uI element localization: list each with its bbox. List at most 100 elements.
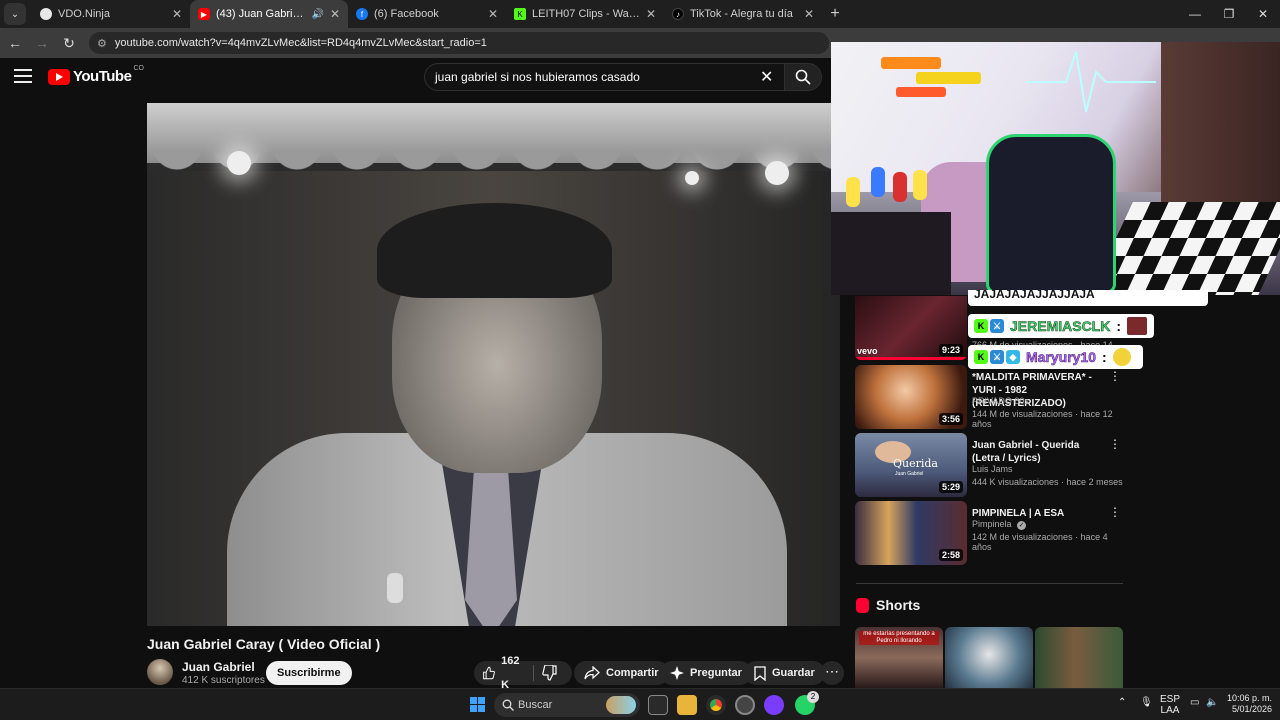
video-meta: 142 M de visualizaciones · hace 4 años	[972, 532, 1108, 552]
stage-light	[227, 151, 251, 175]
file-explorer-icon[interactable]	[677, 695, 697, 715]
tab-youtube[interactable]: ▶ (43) Juan Gabriel Caray ( Vi 🔊 ✕	[190, 0, 348, 28]
minimize-icon[interactable]: —	[1178, 0, 1212, 28]
close-tab-icon[interactable]: ✕	[646, 7, 656, 21]
chrome-icon[interactable]	[706, 695, 726, 715]
video-title: Juan Gabriel Caray ( Video Oficial )	[147, 636, 381, 652]
emote-icon	[1112, 348, 1131, 366]
menu-icon[interactable]	[14, 69, 32, 83]
recommendation-item[interactable]: 3:56 *MALDITA PRIMAVERA* - YURI - 1982 (…	[855, 365, 1125, 429]
gem-badge-icon: ◆	[1006, 350, 1020, 364]
close-tab-icon[interactable]: ✕	[172, 7, 182, 21]
logo-text: YouTube	[73, 68, 132, 85]
close-window-icon[interactable]: ✕	[1246, 0, 1280, 28]
emote-icon	[1127, 317, 1148, 335]
language-indicator[interactable]: ESP LAA	[1160, 694, 1180, 716]
share-button[interactable]: Compartir	[574, 661, 669, 685]
tab-title: TikTok - Alegra tu día	[690, 8, 793, 20]
task-view-icon[interactable]	[648, 695, 668, 715]
room-door	[1161, 42, 1280, 217]
close-tab-icon[interactable]: ✕	[330, 7, 340, 21]
site-info-icon[interactable]: ⚙	[97, 37, 107, 50]
search-highlight-icon	[606, 696, 636, 714]
recommendation-item[interactable]: 2:58 PIMPINELA | A ESA Pimpinela ✓ 142 M…	[855, 501, 1125, 565]
system-clock[interactable]: 10:06 p. m. 5/01/2026	[1222, 693, 1272, 715]
forward-arrow-icon[interactable]: →	[30, 35, 54, 51]
share-label: Compartir	[606, 667, 659, 679]
more-options-icon[interactable]: ⋮	[1109, 437, 1121, 451]
search-input[interactable]: juan gabriel si nos hubieramos casado	[424, 63, 786, 91]
ask-button[interactable]: Preguntar	[660, 661, 752, 685]
tab-search-button[interactable]: ⌄	[4, 3, 26, 25]
microphone-icon[interactable]: 🎙	[1140, 697, 1153, 708]
thumbs-up-icon	[483, 666, 495, 680]
video-thumbnail[interactable]: 3:56	[855, 365, 967, 429]
moderator-badge-icon: ⚔	[990, 319, 1004, 333]
volume-icon[interactable]: 🔈	[1206, 697, 1218, 708]
network-icon[interactable]: ▭	[1190, 697, 1199, 708]
reload-icon[interactable]: ↻	[57, 35, 81, 52]
video-thumbnail[interactable]: vevo 9:23	[855, 296, 967, 360]
window-controls: — ❐ ✕	[1178, 0, 1280, 28]
clear-search-icon[interactable]: ✕	[760, 67, 773, 87]
more-options-icon[interactable]: ⋮	[1109, 369, 1121, 383]
shorts-heading: Shorts	[856, 597, 920, 613]
taskbar-search[interactable]: Buscar	[494, 693, 640, 717]
more-actions-icon[interactable]: ⋯	[820, 661, 844, 685]
vevo-logo: vevo	[857, 346, 878, 356]
close-tab-icon[interactable]: ✕	[804, 7, 814, 21]
vdo-ninja-icon	[40, 8, 52, 20]
short-thumbnail[interactable]	[945, 627, 1033, 688]
video-duration: 9:23	[938, 344, 963, 356]
notification-badge: 2	[807, 691, 819, 703]
youtube-play-icon	[48, 68, 70, 85]
video-thumbnail[interactable]: Querida Juan Gabriel 5:29	[855, 433, 967, 497]
dislike-button[interactable]	[534, 661, 572, 685]
toy-figure	[913, 170, 927, 200]
save-button[interactable]: Guardar	[744, 661, 825, 685]
close-tab-icon[interactable]: ✕	[488, 7, 498, 21]
chat-message: K ⚔ JEREMIASCLK :	[968, 314, 1154, 338]
short-thumbnail[interactable]	[1035, 627, 1123, 688]
video-title[interactable]: Juan Gabriel - Querida (Letra / Lyrics)	[972, 439, 1107, 465]
moderator-badge-icon: ⚔	[990, 350, 1004, 364]
like-button[interactable]: 162 K	[474, 655, 533, 691]
show-hidden-icons[interactable]: ⌃	[1118, 697, 1126, 708]
youtube-logo[interactable]: YouTube CO	[48, 65, 144, 85]
tab-title: LEITH07 Clips - Watch Live on K	[532, 8, 640, 20]
whatsapp-icon[interactable]: 2	[795, 691, 819, 715]
video-thumbnail[interactable]: 2:58	[855, 501, 967, 565]
shorts-title: Shorts	[876, 597, 921, 613]
video-meta: 144 M de visualizaciones · hace 12 años	[972, 409, 1113, 429]
short-thumbnail[interactable]: me estarías presentando a Pedro ni llora…	[855, 627, 943, 688]
streamlabs-icon[interactable]	[764, 695, 784, 715]
channel-name[interactable]: Luis Jams	[972, 464, 1013, 474]
thumbnail-text: Querida	[893, 457, 938, 470]
tab-vdo-ninja[interactable]: VDO.Ninja ✕	[32, 0, 190, 28]
channel-name: Pimpinela	[972, 519, 1012, 529]
start-button[interactable]	[470, 697, 485, 712]
url-field[interactable]: ⚙ youtube.com/watch?v=4q4mvZLvMec&list=R…	[89, 32, 829, 54]
tab-facebook[interactable]: f (6) Facebook ✕	[348, 0, 506, 28]
channel-line[interactable]: Pimpinela ✓	[972, 519, 1027, 530]
channel-avatar[interactable]	[147, 659, 173, 685]
channel-name[interactable]: Juan Gabriel	[182, 660, 255, 674]
search-button[interactable]	[784, 63, 822, 91]
toy-blasters	[881, 57, 981, 97]
back-arrow-icon[interactable]: ←	[3, 35, 27, 51]
new-tab-button[interactable]: +	[822, 5, 848, 23]
tab-kick[interactable]: K LEITH07 Clips - Watch Live on K ✕	[506, 0, 664, 28]
restore-icon[interactable]: ❐	[1212, 0, 1246, 28]
speaker-icon[interactable]: 🔊	[311, 9, 323, 20]
ask-label: Preguntar	[690, 667, 742, 679]
tab-tiktok[interactable]: ♪ TikTok - Alegra tu día ✕	[664, 0, 822, 28]
subscribe-button[interactable]: Suscribirme	[266, 661, 352, 685]
more-options-icon[interactable]: ⋮	[1109, 505, 1121, 519]
recommendation-item[interactable]: Querida Juan Gabriel 5:29 Juan Gabriel -…	[855, 433, 1125, 497]
obs-icon[interactable]	[735, 695, 755, 715]
webcam-overlay	[831, 42, 1280, 295]
video-player[interactable]	[147, 103, 840, 626]
channel-name[interactable]: PRIVADO 80s	[972, 396, 1029, 406]
tiktok-icon: ♪	[672, 8, 684, 20]
search-label: Buscar	[518, 699, 553, 711]
